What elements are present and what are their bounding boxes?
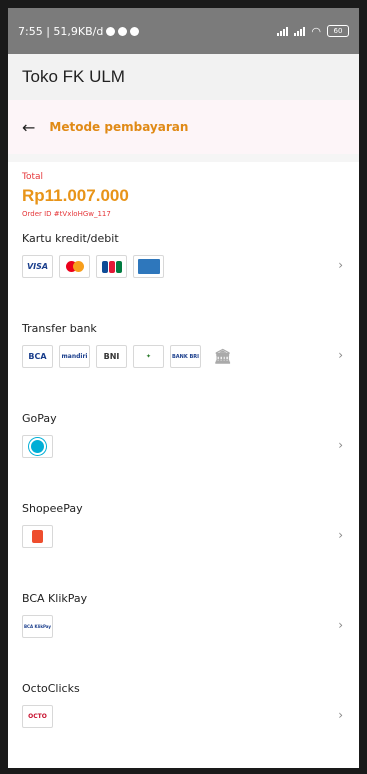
wifi-icon: ◠	[311, 24, 321, 38]
total-label: Total	[22, 172, 44, 182]
shopeepay-logo	[22, 525, 53, 548]
bank-logo: ✦	[133, 345, 164, 368]
gopay-logos	[22, 435, 345, 458]
total-amount: Rp11.007.000	[22, 186, 129, 205]
octoclicks-logos: OCTO	[22, 705, 345, 728]
battery-icon: 60	[327, 25, 349, 37]
app-title: Toko FK ULM	[8, 54, 359, 100]
method-label: BCA KlikPay	[22, 592, 88, 605]
chevron-right-icon: ›	[338, 708, 343, 722]
gopay-logo	[22, 435, 53, 458]
status-bar-left: 7:55 | 51,9KB/d	[18, 24, 140, 38]
status-bar-right: ◠ 60	[277, 25, 349, 38]
mandiri-logo: mandiri	[59, 345, 90, 368]
notification-icon	[118, 26, 128, 36]
notification-icon	[106, 26, 116, 36]
divider	[8, 154, 359, 162]
method-octoclicks[interactable]: OctoClicks OCTO ›	[22, 682, 345, 762]
chevron-right-icon: ›	[338, 618, 343, 632]
chevron-right-icon: ›	[338, 258, 343, 272]
method-shopeepay[interactable]: ShopeePay ›	[22, 502, 345, 592]
shopeepay-logos	[22, 525, 345, 548]
method-bca-klikpay[interactable]: BCA KlikPay BCA KlikPay ›	[22, 592, 345, 682]
signal-icon	[294, 26, 306, 36]
notification-icon	[130, 26, 140, 36]
method-credit-card[interactable]: Kartu kredit/debit VISA ›	[22, 232, 345, 322]
method-label: OctoClicks	[22, 682, 80, 695]
signal-icon	[277, 26, 289, 36]
chevron-right-icon: ›	[338, 528, 343, 542]
page-title: Metode pembayaran	[49, 120, 189, 134]
phone-screen: 7:55 | 51,9KB/d ◠ 60 Toko FK ULM ← Metod…	[8, 8, 359, 768]
method-gopay[interactable]: GoPay ›	[22, 412, 345, 502]
bca-klikpay-logo: BCA KlikPay	[22, 615, 53, 638]
bri-logo: BANK BRI	[170, 345, 201, 368]
method-label: Transfer bank	[22, 322, 97, 335]
method-label: ShopeePay	[22, 502, 83, 515]
jcb-logo	[96, 255, 127, 278]
card-logos: VISA	[22, 255, 345, 278]
mastercard-logo	[59, 255, 90, 278]
other-bank-icon: 🏛	[207, 345, 238, 368]
method-label: GoPay	[22, 412, 57, 425]
status-bar: 7:55 | 51,9KB/d ◠ 60	[8, 8, 359, 54]
back-arrow-icon[interactable]: ←	[22, 118, 35, 137]
payment-content: Total Rp11.007.000 Order ID #tVxloHGw_11…	[8, 162, 359, 762]
bank-logos: BCA mandiri BNI ✦ BANK BRI 🏛	[22, 345, 345, 368]
klikpay-logos: BCA KlikPay	[22, 615, 345, 638]
status-time-data: 7:55 | 51,9KB/d	[18, 24, 104, 38]
page-header: ← Metode pembayaran	[8, 100, 359, 154]
method-bank-transfer[interactable]: Transfer bank BCA mandiri BNI ✦ BANK BRI…	[22, 322, 345, 412]
bca-logo: BCA	[22, 345, 53, 368]
amex-logo	[133, 255, 164, 278]
order-id: Order ID #tVxloHGw_117	[22, 210, 111, 218]
chevron-right-icon: ›	[338, 348, 343, 362]
bni-logo: BNI	[96, 345, 127, 368]
visa-logo: VISA	[22, 255, 53, 278]
chevron-right-icon: ›	[338, 438, 343, 452]
method-label: Kartu kredit/debit	[22, 232, 119, 245]
octo-logo: OCTO	[22, 705, 53, 728]
